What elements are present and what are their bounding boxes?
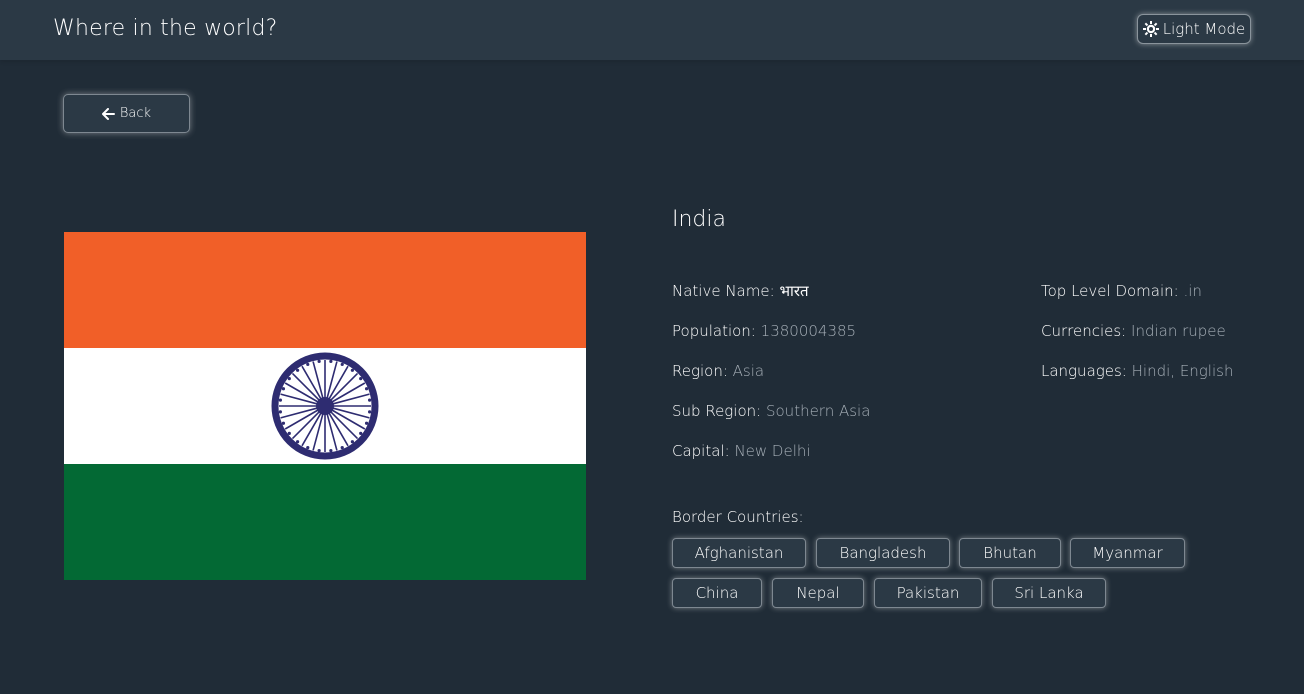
chakra-rim-dot xyxy=(329,449,333,453)
border-countries-label: Border Countries: xyxy=(672,508,804,526)
chakra-rim-dot xyxy=(287,377,291,381)
chakra-rim-dot xyxy=(287,431,291,435)
chakra-rim-dot xyxy=(368,398,372,402)
detail-native-name: Native Name: भारत xyxy=(672,282,809,300)
chakra-rim-dot xyxy=(306,362,310,367)
detail-region: Region: Asia xyxy=(672,362,765,380)
detail-languages: Languages: Hindi, English xyxy=(1041,362,1234,380)
border-country-button[interactable]: Nepal xyxy=(772,578,864,608)
back-button[interactable]: Back xyxy=(63,94,190,133)
chakra-rim-dot xyxy=(364,387,369,391)
chakra-rim-dot xyxy=(278,398,282,402)
detail-population: Population: 1380004385 xyxy=(672,322,857,340)
chakra-rim-dot xyxy=(317,359,321,363)
chakra-rim-dot xyxy=(306,445,310,450)
border-country-button[interactable]: Pakistan xyxy=(874,578,982,608)
back-label: Back xyxy=(119,106,152,121)
sun-icon xyxy=(1142,21,1159,37)
chakra-rim-dot xyxy=(359,377,363,381)
chakra-rim-dot xyxy=(359,431,363,435)
ashoka-chakra xyxy=(271,352,379,460)
chakra-rim-dot xyxy=(281,421,286,425)
arrow-left-icon xyxy=(101,107,115,120)
border-country-button[interactable]: Afghanistan xyxy=(672,538,806,568)
chakra-rim-dot xyxy=(350,368,354,372)
border-country-button[interactable]: Myanmar xyxy=(1070,538,1185,568)
light-mode-label: Light Mode xyxy=(1162,20,1246,38)
top-nav-bar: Where in the world? Light Mode xyxy=(0,0,1304,60)
detail-top-level-domain: Top Level Domain: .in xyxy=(1041,282,1202,300)
border-country-button[interactable]: China xyxy=(672,578,762,608)
border-country-button[interactable]: Bhutan xyxy=(959,538,1061,568)
border-country-button[interactable]: Sri Lanka xyxy=(992,578,1106,608)
chakra-rim-dot xyxy=(278,410,282,414)
country-name: India xyxy=(672,207,726,232)
light-mode-toggle[interactable]: Light Mode xyxy=(1137,14,1251,44)
detail-capital: Capital: New Delhi xyxy=(672,442,811,460)
india-flag-image xyxy=(64,232,586,580)
chakra-rim-dot xyxy=(281,387,286,391)
app-title: Where in the world? xyxy=(53,16,278,41)
border-country-button[interactable]: Bangladesh xyxy=(816,538,950,568)
chakra-rim-dot xyxy=(317,449,321,453)
details-right-column: Top Level Domain: .in Currencies: Indian… xyxy=(1041,281,1233,401)
detail-sub-region: Sub Region: Southern Asia xyxy=(672,402,871,420)
chakra-rim-dot xyxy=(368,410,372,414)
chakra-rim-dot xyxy=(329,359,333,363)
details-left-column: Native Name: भारत Population: 1380004385… xyxy=(672,281,870,481)
chakra-rim-dot xyxy=(350,440,354,444)
chakra-rim-dot xyxy=(364,421,369,425)
detail-currencies: Currencies: Indian rupee xyxy=(1041,322,1226,340)
chakra-rim-dot xyxy=(296,368,300,372)
chakra-rim-dot xyxy=(340,362,344,367)
chakra-rim-dot xyxy=(340,445,344,450)
chakra-rim-dot xyxy=(296,440,300,444)
